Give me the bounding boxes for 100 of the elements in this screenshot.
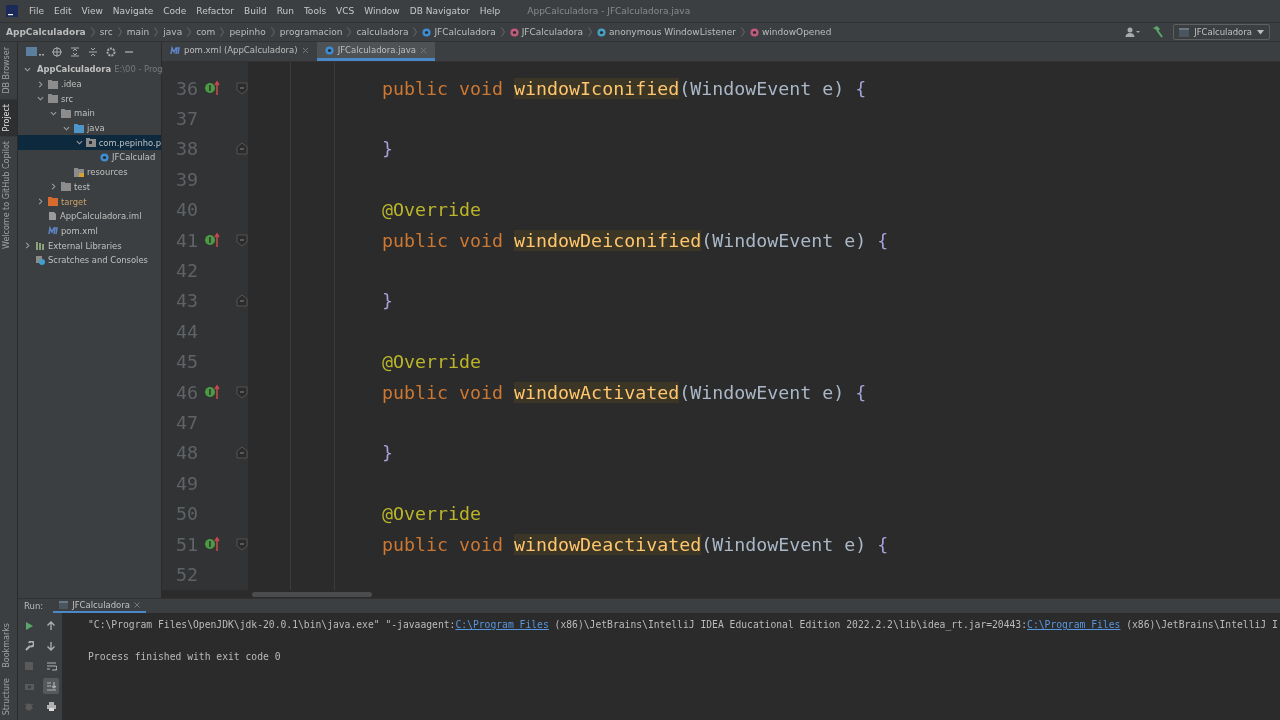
fold-icon[interactable] [235,233,248,247]
tool-window-button[interactable]: Welcome to GitHub Copilot [0,136,17,254]
fold-icon[interactable] [235,81,248,95]
code-text: public void [382,77,505,99]
tree-item[interactable]: JFCalculad [18,150,161,165]
breadcrumb[interactable]: JFCalculadora [509,27,583,37]
tree-item[interactable]: src [18,91,161,107]
menu-item[interactable]: View [76,6,108,16]
breadcrumb[interactable]: AppCalculadora [6,27,86,37]
expand-all-icon[interactable] [70,47,80,57]
tree-item[interactable]: main [18,106,161,121]
maven-icon [48,226,58,236]
path-link[interactable]: C:\Program Files [455,619,549,635]
run-tab[interactable]: JFCalculadora [53,599,146,613]
close-icon[interactable] [420,46,427,54]
fold-icon[interactable] [235,294,248,308]
tree-item[interactable]: .idea [18,76,161,92]
tree-item[interactable]: resources [18,164,161,180]
close-icon[interactable] [301,46,309,54]
menu-item[interactable]: Run [271,6,299,16]
fold-icon[interactable] [235,537,248,551]
close-icon[interactable] [134,602,140,608]
breadcrumb[interactable]: calculadora [356,27,409,37]
breadcrumb[interactable]: com [196,27,216,37]
menu-item[interactable]: Build [239,6,272,16]
settings-icon[interactable] [106,47,116,57]
tree-item[interactable]: AppCalculadora.iml [18,208,161,224]
hammer-icon[interactable] [1151,26,1164,38]
tree-item[interactable]: External Libraries [18,238,161,253]
folder-icon [74,167,84,177]
implements-marker-icon[interactable] [204,536,220,553]
tree-item[interactable]: target [18,194,161,209]
window-icon [59,601,69,609]
locate-icon[interactable] [52,47,62,57]
scrollbar-thumb[interactable] [252,591,372,597]
camera-icon [23,681,35,691]
app-logo-icon [6,5,18,17]
path-link[interactable]: C:\Program Files [1027,619,1121,635]
menu-item[interactable]: Navigate [107,6,159,16]
library-icon [35,241,45,251]
breadcrumb[interactable]: main [126,27,150,37]
fold-icon[interactable] [235,446,248,460]
code-text: { [877,229,889,251]
collapse-all-icon[interactable] [88,47,98,57]
menu-item[interactable]: Code [158,6,192,16]
menu-item[interactable]: Refactor [191,6,240,16]
folder-icon [74,123,84,133]
panel-icon[interactable] [26,47,44,57]
breadcrumb[interactable]: src [99,27,113,37]
run-icon [24,621,34,631]
breadcrumb[interactable]: java [163,27,183,37]
arrow-down-icon [46,641,56,651]
user-icon[interactable] [1125,27,1142,37]
menu-item[interactable]: Tools [298,6,332,16]
fold-icon[interactable] [235,385,248,399]
breadcrumb[interactable]: programacion [279,27,343,37]
tool-window-button[interactable]: DB Browser [0,42,17,99]
chevron-separator-icon [154,27,159,37]
chevron-separator-icon [587,27,592,37]
editor-tab[interactable]: pom.xml (AppCalculadora) [162,42,317,61]
implements-marker-icon[interactable] [204,232,220,249]
chevron-down-icon[interactable] [24,65,31,73]
code-text: public void [382,381,505,403]
breadcrumb[interactable]: windowOpened [749,27,832,37]
window-icon [1179,27,1190,37]
chevron-right-icon[interactable] [37,80,44,88]
code-text: public void [382,533,505,555]
implements-marker-icon[interactable] [204,80,220,97]
method-name: windowActivated [514,381,680,403]
menu-item[interactable]: Window [359,6,405,16]
run-config-dropdown[interactable]: JFCalculadora [1173,24,1270,40]
class-icon [422,27,432,37]
implements-marker-icon[interactable] [204,384,220,401]
menu-item[interactable]: VCS [331,6,360,16]
tree-item[interactable]: test [18,179,161,195]
tree-item[interactable]: Scratches and Consoles [18,252,161,268]
tree-item[interactable]: pom.xml [18,223,161,239]
wrench-icon [24,641,34,651]
chevron-separator-icon [90,27,95,37]
editor-tab[interactable]: JFCalculadora.java [316,42,435,61]
tool-window-button[interactable]: Structure [0,672,17,720]
tool-window-button[interactable]: Bookmarks [0,618,17,673]
caret-icon [1257,29,1264,35]
menu-item[interactable]: Help [474,6,506,16]
chevron-right-icon[interactable] [24,242,31,250]
fold-icon[interactable] [235,142,248,156]
breadcrumb[interactable]: anonymous WindowListener [596,27,736,37]
tree-item[interactable]: com.pepinho.p [18,135,161,151]
folder-icon [48,197,58,207]
maven-icon [170,45,180,55]
menu-item[interactable]: Edit [49,6,77,16]
chevron-separator-icon [117,27,122,37]
menu-item[interactable]: File [24,6,50,16]
menu-item[interactable]: DB Navigator [404,6,475,16]
chevron-separator-icon [270,27,275,37]
tree-item[interactable]: java [18,120,161,136]
breadcrumb[interactable]: JFCalculadora [422,27,496,37]
breadcrumb[interactable]: pepinho [229,27,266,37]
console-text: (x86)\JetBrains\IntelliJ I [1125,619,1278,632]
tool-window-button[interactable]: Project [0,98,17,136]
